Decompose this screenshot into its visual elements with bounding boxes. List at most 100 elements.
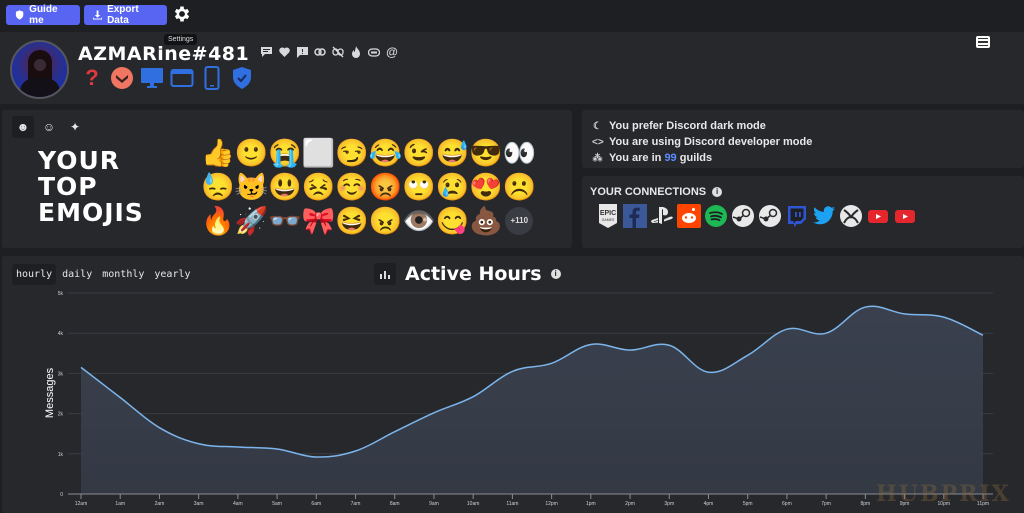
avatar xyxy=(10,40,69,99)
status-panel: ☾ You prefer Discord dark mode <> You ar… xyxy=(582,110,1024,168)
message-icon[interactable] xyxy=(260,46,272,58)
emoji-item: 😆 xyxy=(335,206,369,236)
download-icon xyxy=(93,10,103,20)
emoji-item: 😢 xyxy=(435,172,470,202)
unlink-icon[interactable] xyxy=(332,46,344,58)
emoji-item: 😃 xyxy=(268,172,302,202)
steam-icon[interactable] xyxy=(731,204,755,228)
profile-badges: ? xyxy=(80,65,254,90)
more-emojis-badge[interactable]: +110 xyxy=(505,207,534,235)
chart-menu-button[interactable] xyxy=(976,36,990,48)
emoji-item: ☺️ xyxy=(335,172,369,202)
emoji-item: 😓 xyxy=(201,172,235,202)
youtube-icon[interactable] xyxy=(893,204,917,228)
chart-title: Active Hours xyxy=(405,263,542,285)
nitro-icon[interactable] xyxy=(368,46,380,58)
youtube-icon[interactable] xyxy=(866,204,890,228)
emoji-item: 😠 xyxy=(368,206,403,236)
settings-tooltip: Settings xyxy=(164,34,198,45)
emoji-item: 😅 xyxy=(435,138,470,168)
playstation-icon[interactable] xyxy=(650,204,674,228)
twitch-icon[interactable] xyxy=(785,204,809,228)
status-text: You are using Discord developer mode xyxy=(609,136,813,148)
status-dark-mode: ☾ You prefer Discord dark mode xyxy=(592,120,766,132)
hypesquad-icon xyxy=(110,66,134,90)
bar-chart-icon[interactable] xyxy=(374,263,396,285)
twitter-icon[interactable] xyxy=(812,204,836,228)
emoji-icon: ☻ xyxy=(16,120,30,134)
guide-me-button[interactable]: Guide me xyxy=(6,4,80,26)
tab-daily[interactable]: daily xyxy=(58,264,96,285)
emoji-item: 👀 xyxy=(502,138,537,168)
emoji-item: 😋 xyxy=(435,206,470,236)
tab-hourly[interactable]: hourly xyxy=(12,264,57,285)
title-line: YOUR xyxy=(38,146,121,175)
info-icon[interactable]: i xyxy=(550,269,561,279)
emoji-item: 🚀 xyxy=(234,206,269,236)
emoji-item: 🎀 xyxy=(301,206,336,236)
username: AZMARine#481 xyxy=(78,43,250,65)
mobile-icon xyxy=(200,66,224,90)
profile-icons: @ xyxy=(260,45,398,59)
code-icon: <> xyxy=(592,136,604,148)
emoji-item: ☹️ xyxy=(502,172,537,202)
top-emojis-title: YOUR TOP EMOJIS xyxy=(38,148,144,226)
spotify-icon[interactable] xyxy=(704,204,728,228)
connections-list: EPIC GAMES xyxy=(596,204,917,228)
fire-icon[interactable] xyxy=(350,46,362,58)
watermark: HUBPRIX xyxy=(876,481,1011,507)
emoji-item: 👓 xyxy=(268,206,302,236)
emoji-item: 😍 xyxy=(469,172,503,202)
reddit-icon[interactable] xyxy=(677,204,701,228)
emoji-item: 🔥 xyxy=(201,206,235,236)
moon-icon: ☾ xyxy=(593,120,602,132)
tab-monthly[interactable]: monthly xyxy=(98,264,148,285)
status-text: You prefer Discord dark mode xyxy=(609,120,766,132)
guilds-count: 99 xyxy=(664,152,677,164)
report-icon[interactable] xyxy=(296,46,308,58)
facebook-icon[interactable] xyxy=(623,204,647,228)
export-data-button[interactable]: Export Data xyxy=(84,4,167,26)
emoji-item: 👁️ xyxy=(402,206,436,236)
guide-me-label: Guide me xyxy=(29,4,58,26)
mention-icon[interactable]: @ xyxy=(386,45,398,59)
emoji-item: 😼 xyxy=(234,172,269,202)
emoji-item: 😭 xyxy=(268,138,302,168)
svg-text:EPIC: EPIC xyxy=(600,210,616,217)
tab-yearly[interactable]: yearly xyxy=(150,264,194,285)
link-icon[interactable] xyxy=(314,46,326,58)
sparkles-icon: ✦ xyxy=(69,120,81,134)
svg-text:GAMES: GAMES xyxy=(602,218,615,222)
verified-shield-icon xyxy=(230,66,254,90)
title-line: EMOJIS xyxy=(38,198,144,227)
emoji-item: 😡 xyxy=(368,172,403,202)
browser-icon xyxy=(170,66,194,90)
top-emojis-panel: ☻ ☺ ✦ YOUR TOP EMOJIS 👍 🙂 😭 ⬜ 😏 😂 😉 😅 😎 👀 😓 😼 😃 😣 ☺️ 😡 🙄… xyxy=(2,110,572,248)
emoji-item: 🙂 xyxy=(234,138,269,168)
status-developer-mode: <> You are using Discord developer mode xyxy=(592,136,812,148)
emoji-item: 😣 xyxy=(301,172,336,202)
settings-gear-icon[interactable] xyxy=(172,4,192,24)
info-icon[interactable]: i xyxy=(712,187,723,197)
desktop-icon xyxy=(140,66,164,90)
emoji-tab-standard[interactable]: ☻ xyxy=(12,116,34,138)
emoji-tab-custom[interactable]: ☺ xyxy=(38,116,60,138)
emoji-item: 😎 xyxy=(469,138,503,168)
heart-icon[interactable] xyxy=(278,46,290,58)
status-text: You are in 99 guilds xyxy=(609,152,713,164)
custom-emoji-icon: ☺ xyxy=(42,120,56,134)
emoji-item: 😉 xyxy=(402,138,436,168)
emoji-item: 😏 xyxy=(335,138,369,168)
emoji-tab-sparkles[interactable]: ✦ xyxy=(64,116,86,138)
emoji-item: ⬜ xyxy=(301,138,336,168)
emoji-tabs: ☻ ☺ ✦ xyxy=(12,116,86,138)
connections-panel: YOUR CONNECTIONS i EPIC GAMES xyxy=(582,176,1024,248)
top-toolbar: Guide me Export Data xyxy=(0,0,1024,30)
steam-icon[interactable] xyxy=(758,204,782,228)
profile-header: AZMARine#481 @ ? xyxy=(0,32,1024,104)
epic-games-icon[interactable]: EPIC GAMES xyxy=(596,204,620,228)
connections-title-text: YOUR CONNECTIONS xyxy=(590,186,707,198)
xbox-icon[interactable] xyxy=(839,204,863,228)
emoji-item: 🙄 xyxy=(402,172,436,202)
emoji-grid: 👍 🙂 😭 ⬜ 😏 😂 😉 😅 😎 👀 😓 😼 😃 😣 ☺️ 😡 🙄 😢 😍 ☹️ 🔥 🚀 👓 🎀 😆 😠 👁️ 😋 💩 +110 xyxy=(201,136,536,238)
